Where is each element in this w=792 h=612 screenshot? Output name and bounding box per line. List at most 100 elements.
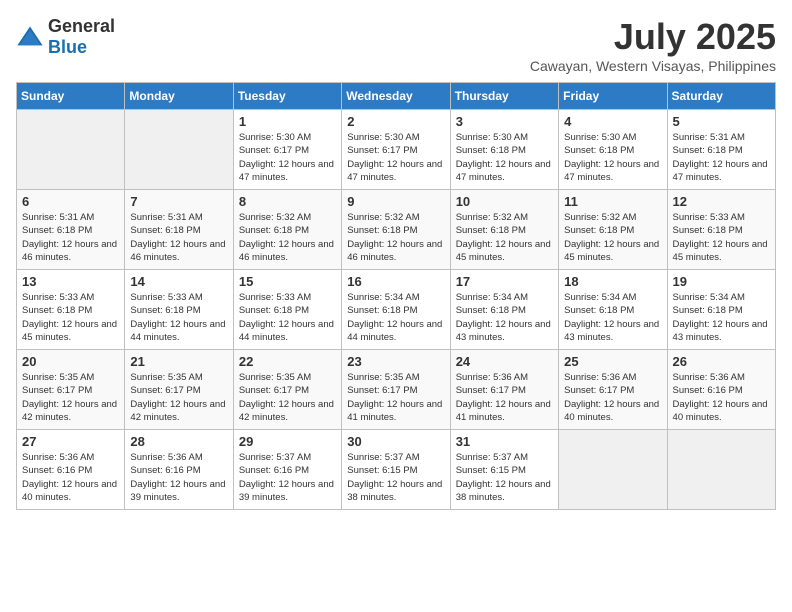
day-number: 13 <box>22 274 119 289</box>
day-info: Sunrise: 5:30 AM Sunset: 6:17 PM Dayligh… <box>347 131 444 184</box>
calendar-cell: 4Sunrise: 5:30 AM Sunset: 6:18 PM Daylig… <box>559 110 667 190</box>
day-number: 11 <box>564 194 661 209</box>
day-number: 22 <box>239 354 336 369</box>
day-number: 12 <box>673 194 770 209</box>
calendar-cell: 16Sunrise: 5:34 AM Sunset: 6:18 PM Dayli… <box>342 270 450 350</box>
day-info: Sunrise: 5:36 AM Sunset: 6:17 PM Dayligh… <box>456 371 553 424</box>
day-info: Sunrise: 5:36 AM Sunset: 6:16 PM Dayligh… <box>22 451 119 504</box>
calendar-cell: 22 Sunrise: 5:35 AM Sunset: 6:17 PM Dayli… <box>233 350 341 430</box>
calendar-cell: 2 Sunrise: 5:30 AM Sunset: 6:17 PM Daylig… <box>342 110 450 190</box>
calendar-cell: 28Sunrise: 5:36 AM Sunset: 6:16 PM Dayli… <box>125 430 233 510</box>
calendar-cell <box>559 430 667 510</box>
day-info: Sunrise: 5:37 AM Sunset: 6:15 PM Dayligh… <box>347 451 444 504</box>
day-info: Sunrise: 5:32 AM Sunset: 6:18 PM Dayligh… <box>347 211 444 264</box>
day-number: 20 <box>22 354 119 369</box>
calendar-cell <box>667 430 775 510</box>
calendar-week-5: 27Sunrise: 5:36 AM Sunset: 6:16 PM Dayli… <box>17 430 776 510</box>
day-number: 28 <box>130 434 227 449</box>
day-number: 30 <box>347 434 444 449</box>
day-info: Sunrise: 5:33 AM Sunset: 6:18 PM Dayligh… <box>673 211 770 264</box>
day-info: Sunrise: 5:33 AM Sunset: 6:18 PM Dayligh… <box>22 291 119 344</box>
day-info: Sunrise: 5:35 AM Sunset: 6:17 PM Dayligh… <box>22 371 119 424</box>
month-title: July 2025 <box>530 16 776 58</box>
logo-icon <box>16 23 44 51</box>
calendar-cell: 18 Sunrise: 5:34 AM Sunset: 6:18 PM Dayli… <box>559 270 667 350</box>
header-tuesday: Tuesday <box>233 83 341 110</box>
day-info: Sunrise: 5:31 AM Sunset: 6:18 PM Dayligh… <box>673 131 770 184</box>
day-number: 15 <box>239 274 336 289</box>
day-number: 3 <box>456 114 553 129</box>
calendar-cell: 12 Sunrise: 5:33 AM Sunset: 6:18 PM Dayli… <box>667 190 775 270</box>
day-info: Sunrise: 5:34 AM Sunset: 6:18 PM Dayligh… <box>564 291 661 344</box>
day-number: 4 <box>564 114 661 129</box>
calendar-cell: 6 Sunrise: 5:31 AM Sunset: 6:18 PM Daylig… <box>17 190 125 270</box>
calendar-week-2: 6 Sunrise: 5:31 AM Sunset: 6:18 PM Daylig… <box>17 190 776 270</box>
day-number: 17 <box>456 274 553 289</box>
day-info: Sunrise: 5:36 AM Sunset: 6:16 PM Dayligh… <box>673 371 770 424</box>
day-number: 24 <box>456 354 553 369</box>
day-number: 18 <box>564 274 661 289</box>
day-info: Sunrise: 5:36 AM Sunset: 6:17 PM Dayligh… <box>564 371 661 424</box>
day-info: Sunrise: 5:35 AM Sunset: 6:17 PM Dayligh… <box>130 371 227 424</box>
header-saturday: Saturday <box>667 83 775 110</box>
header-sunday: Sunday <box>17 83 125 110</box>
day-info: Sunrise: 5:37 AM Sunset: 6:15 PM Dayligh… <box>456 451 553 504</box>
day-info: Sunrise: 5:30 AM Sunset: 6:17 PM Dayligh… <box>239 131 336 184</box>
calendar-cell: 20 Sunrise: 5:35 AM Sunset: 6:17 PM Dayli… <box>17 350 125 430</box>
day-info: Sunrise: 5:35 AM Sunset: 6:17 PM Dayligh… <box>347 371 444 424</box>
calendar-header-row: SundayMondayTuesdayWednesdayThursdayFrid… <box>17 83 776 110</box>
calendar-cell: 26 Sunrise: 5:36 AM Sunset: 6:16 PM Dayli… <box>667 350 775 430</box>
calendar-cell: 8Sunrise: 5:32 AM Sunset: 6:18 PM Daylig… <box>233 190 341 270</box>
header-thursday: Thursday <box>450 83 558 110</box>
calendar-cell: 27Sunrise: 5:36 AM Sunset: 6:16 PM Dayli… <box>17 430 125 510</box>
calendar-cell: 17 Sunrise: 5:34 AM Sunset: 6:18 PM Dayli… <box>450 270 558 350</box>
calendar-cell: 19Sunrise: 5:34 AM Sunset: 6:18 PM Dayli… <box>667 270 775 350</box>
calendar-cell: 9 Sunrise: 5:32 AM Sunset: 6:18 PM Daylig… <box>342 190 450 270</box>
day-info: Sunrise: 5:32 AM Sunset: 6:18 PM Dayligh… <box>456 211 553 264</box>
day-number: 6 <box>22 194 119 209</box>
calendar-cell: 7 Sunrise: 5:31 AM Sunset: 6:18 PM Daylig… <box>125 190 233 270</box>
day-number: 9 <box>347 194 444 209</box>
day-number: 23 <box>347 354 444 369</box>
calendar-week-3: 13 Sunrise: 5:33 AM Sunset: 6:18 PM Dayli… <box>17 270 776 350</box>
calendar-table: SundayMondayTuesdayWednesdayThursdayFrid… <box>16 82 776 510</box>
day-number: 5 <box>673 114 770 129</box>
day-info: Sunrise: 5:31 AM Sunset: 6:18 PM Dayligh… <box>130 211 227 264</box>
calendar-cell: 13 Sunrise: 5:33 AM Sunset: 6:18 PM Dayli… <box>17 270 125 350</box>
calendar-cell: 29Sunrise: 5:37 AM Sunset: 6:16 PM Dayli… <box>233 430 341 510</box>
day-info: Sunrise: 5:34 AM Sunset: 6:18 PM Dayligh… <box>456 291 553 344</box>
calendar-cell <box>17 110 125 190</box>
day-info: Sunrise: 5:32 AM Sunset: 6:18 PM Dayligh… <box>239 211 336 264</box>
day-info: Sunrise: 5:31 AM Sunset: 6:18 PM Dayligh… <box>22 211 119 264</box>
day-number: 21 <box>130 354 227 369</box>
day-info: Sunrise: 5:33 AM Sunset: 6:18 PM Dayligh… <box>130 291 227 344</box>
day-number: 7 <box>130 194 227 209</box>
calendar-cell: 21 Sunrise: 5:35 AM Sunset: 6:17 PM Dayli… <box>125 350 233 430</box>
header-monday: Monday <box>125 83 233 110</box>
day-number: 10 <box>456 194 553 209</box>
day-number: 1 <box>239 114 336 129</box>
calendar-cell: 14Sunrise: 5:33 AM Sunset: 6:18 PM Dayli… <box>125 270 233 350</box>
location-title: Cawayan, Western Visayas, Philippines <box>530 58 776 74</box>
day-number: 29 <box>239 434 336 449</box>
day-number: 16 <box>347 274 444 289</box>
calendar-cell: 1 Sunrise: 5:30 AM Sunset: 6:17 PM Daylig… <box>233 110 341 190</box>
logo-text: General Blue <box>48 16 115 58</box>
logo-blue: Blue <box>48 37 87 57</box>
calendar-week-1: 1 Sunrise: 5:30 AM Sunset: 6:17 PM Daylig… <box>17 110 776 190</box>
calendar-cell: 31Sunrise: 5:37 AM Sunset: 6:15 PM Dayli… <box>450 430 558 510</box>
day-number: 26 <box>673 354 770 369</box>
calendar-cell: 15Sunrise: 5:33 AM Sunset: 6:18 PM Dayli… <box>233 270 341 350</box>
day-info: Sunrise: 5:32 AM Sunset: 6:18 PM Dayligh… <box>564 211 661 264</box>
day-info: Sunrise: 5:34 AM Sunset: 6:18 PM Dayligh… <box>673 291 770 344</box>
calendar-cell: 30 Sunrise: 5:37 AM Sunset: 6:15 PM Dayli… <box>342 430 450 510</box>
header-friday: Friday <box>559 83 667 110</box>
page-header: General Blue July 2025 Cawayan, Western … <box>16 16 776 74</box>
calendar-cell <box>125 110 233 190</box>
title-area: July 2025 Cawayan, Western Visayas, Phil… <box>530 16 776 74</box>
day-number: 25 <box>564 354 661 369</box>
day-info: Sunrise: 5:35 AM Sunset: 6:17 PM Dayligh… <box>239 371 336 424</box>
day-number: 2 <box>347 114 444 129</box>
calendar-cell: 5 Sunrise: 5:31 AM Sunset: 6:18 PM Daylig… <box>667 110 775 190</box>
logo-general: General <box>48 16 115 36</box>
